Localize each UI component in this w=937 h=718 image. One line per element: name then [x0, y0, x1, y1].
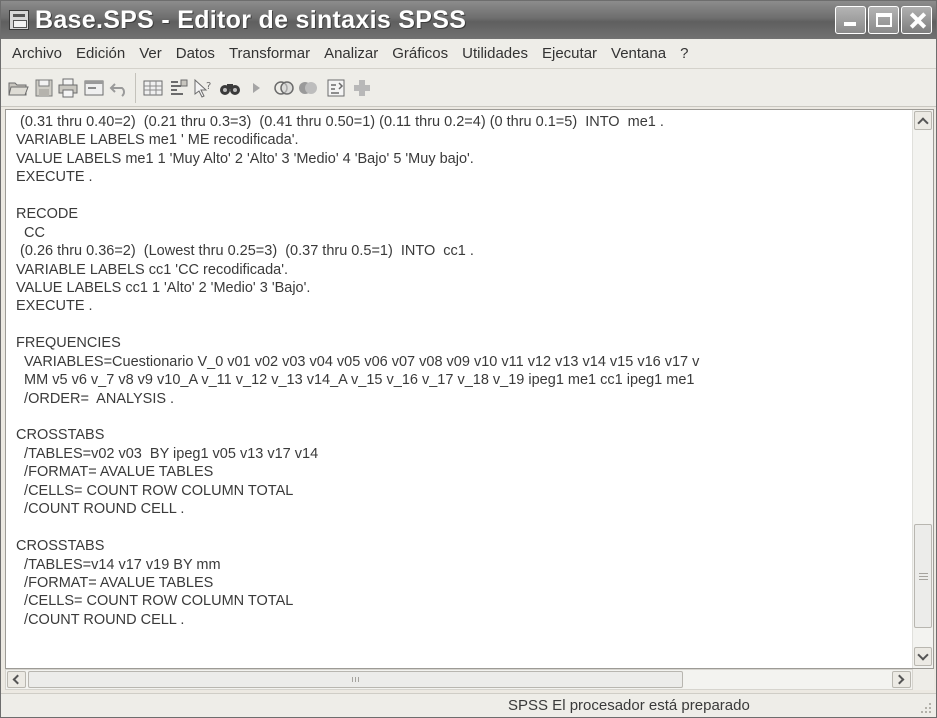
syntax-line[interactable]: EXECUTE . — [16, 168, 908, 186]
syntax-line[interactable]: CROSSTABS — [16, 537, 908, 555]
resize-grip-icon[interactable] — [920, 702, 932, 714]
syntax-line[interactable]: /CELLS= COUNT ROW COLUMN TOTAL — [16, 592, 908, 610]
syntax-line[interactable]: /COUNT ROUND CELL . — [16, 611, 908, 629]
run-icon[interactable] — [245, 77, 267, 99]
syntax-line[interactable] — [16, 187, 908, 205]
menu-archivo[interactable]: Archivo — [5, 41, 69, 67]
menu-edicion[interactable]: Edición — [69, 41, 132, 67]
syntax-line[interactable]: MM v5 v6 v_7 v8 v9 v10_A v_11 v_12 v_13 … — [16, 371, 908, 389]
use-sets-icon[interactable] — [273, 77, 295, 99]
syntax-line[interactable]: /CELLS= COUNT ROW COLUMN TOTAL — [16, 482, 908, 500]
menu-ver[interactable]: Ver — [132, 41, 169, 67]
window-title: Base.SPS - Editor de sintaxis SPSS — [35, 5, 467, 34]
dialog-recall-icon[interactable] — [83, 77, 105, 99]
syntax-line[interactable] — [16, 519, 908, 537]
syntax-line[interactable]: CC — [16, 224, 908, 242]
scroll-right-button[interactable] — [892, 671, 911, 688]
scroll-up-button[interactable] — [914, 111, 932, 130]
open-folder-icon[interactable] — [7, 77, 29, 99]
minimize-button[interactable] — [835, 6, 866, 34]
vertical-scroll-thumb[interactable] — [914, 524, 932, 628]
minimize-icon — [844, 22, 856, 26]
syntax-line[interactable]: /TABLES=v14 v17 v19 BY mm — [16, 556, 908, 574]
undo-icon[interactable] — [109, 77, 131, 99]
find-icon[interactable] — [219, 77, 241, 99]
chevron-right-icon — [894, 674, 905, 685]
menu-ventana[interactable]: Ventana — [604, 41, 673, 67]
syntax-line[interactable]: RECODE — [16, 205, 908, 223]
syntax-line[interactable]: /TABLES=v02 v03 BY ipeg1 v05 v13 v17 v14 — [16, 445, 908, 463]
syntax-help-icon[interactable] — [325, 77, 347, 99]
menu-help[interactable]: ? — [673, 41, 695, 67]
menu-bar: Archivo Edición Ver Datos Transformar An… — [1, 39, 936, 69]
horizontal-scrollbar[interactable] — [5, 669, 913, 690]
chevron-down-icon — [917, 649, 929, 661]
syntax-line[interactable]: /COUNT ROUND CELL . — [16, 500, 908, 518]
syntax-line[interactable]: VALUE LABELS me1 1 'Muy Alto' 2 'Alto' 3… — [16, 150, 908, 168]
chevron-left-icon — [12, 674, 23, 685]
syntax-line[interactable]: VARIABLES=Cuestionario V_0 v01 v02 v03 v… — [16, 353, 908, 371]
syntax-line[interactable]: /FORMAT= AVALUE TABLES — [16, 463, 908, 481]
vertical-scrollbar[interactable] — [912, 110, 933, 668]
menu-analizar[interactable]: Analizar — [317, 41, 385, 67]
toolbar: ? — [1, 69, 936, 107]
svg-text:?: ? — [206, 81, 211, 92]
save-icon[interactable] — [33, 77, 55, 99]
syntax-line[interactable] — [16, 408, 908, 426]
syntax-line[interactable] — [16, 316, 908, 334]
horizontal-scroll-thumb[interactable] — [28, 671, 683, 688]
menu-datos[interactable]: Datos — [169, 41, 222, 67]
status-text: SPSS El procesador está preparado — [508, 697, 750, 714]
status-bar: SPSS El procesador está preparado — [1, 693, 936, 717]
syntax-editor[interactable]: (0.31 thru 0.40=2) (0.21 thru 0.3=3) (0.… — [5, 109, 934, 669]
chevron-up-icon — [917, 117, 929, 129]
variables-icon[interactable] — [168, 77, 190, 99]
syntax-line[interactable]: /FORMAT= AVALUE TABLES — [16, 574, 908, 592]
spss-syntax-editor-window: Base.SPS - Editor de sintaxis SPSS Archi… — [0, 0, 937, 718]
scroll-left-button[interactable] — [7, 671, 26, 688]
close-icon — [902, 7, 931, 33]
syntax-line[interactable]: FREQUENCIES — [16, 334, 908, 352]
menu-ejecutar[interactable]: Ejecutar — [535, 41, 604, 67]
maximize-button[interactable] — [868, 6, 899, 34]
spss-syntax-icon[interactable] — [9, 10, 29, 30]
close-button[interactable] — [901, 6, 932, 34]
syntax-line[interactable]: VALUE LABELS cc1 1 'Alto' 2 'Medio' 3 'B… — [16, 279, 908, 297]
syntax-line[interactable]: EXECUTE . — [16, 297, 908, 315]
syntax-line[interactable]: /ORDER= ANALYSIS . — [16, 390, 908, 408]
menu-utilidades[interactable]: Utilidades — [455, 41, 535, 67]
title-bar[interactable]: Base.SPS - Editor de sintaxis SPSS — [1, 1, 936, 39]
syntax-line[interactable]: CROSSTABS — [16, 426, 908, 444]
add-icon[interactable] — [351, 77, 373, 99]
print-icon[interactable] — [57, 77, 79, 99]
maximize-icon — [876, 13, 892, 27]
help-cursor-icon[interactable]: ? — [192, 77, 214, 99]
syntax-line[interactable]: VARIABLE LABELS cc1 'CC recodificada'. — [16, 261, 908, 279]
goto-data-icon[interactable] — [142, 77, 164, 99]
toolbar-separator — [135, 73, 136, 103]
menu-graficos[interactable]: Gráficos — [385, 41, 455, 67]
scrollbar-corner — [913, 669, 934, 690]
window-controls — [835, 6, 932, 34]
syntax-line[interactable]: (0.31 thru 0.40=2) (0.21 thru 0.3=3) (0.… — [16, 113, 908, 131]
syntax-line[interactable]: VARIABLE LABELS me1 ' ME recodificada'. — [16, 131, 908, 149]
menu-transformar[interactable]: Transformar — [222, 41, 317, 67]
scroll-down-button[interactable] — [914, 647, 932, 666]
show-all-icon[interactable] — [297, 77, 319, 99]
syntax-line[interactable]: (0.26 thru 0.36=2) (Lowest thru 0.25=3) … — [16, 242, 908, 260]
syntax-text[interactable]: (0.31 thru 0.40=2) (0.21 thru 0.3=3) (0.… — [16, 113, 908, 668]
